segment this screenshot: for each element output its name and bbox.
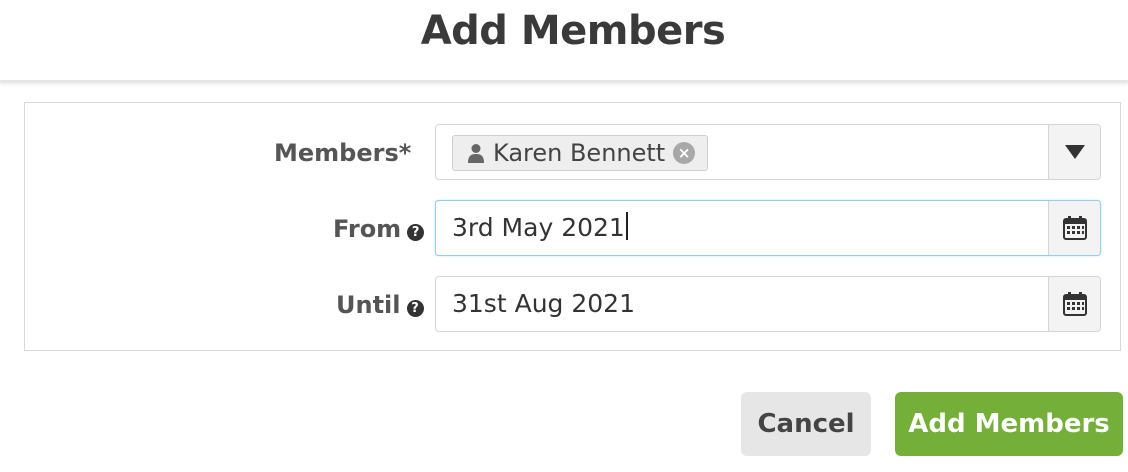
from-label-text: From [333,215,402,243]
from-date-value[interactable]: 3rd May 2021 [452,201,628,255]
until-label-text: Until [336,291,401,319]
until-date-input[interactable]: 31st Aug 2021 [435,276,1101,332]
from-label: From? [333,214,425,244]
from-date-text: 3rd May 2021 [452,213,625,242]
question-circle-icon[interactable]: ? [406,300,424,317]
members-label-text: Members* [274,139,412,167]
member-tag: Karen Bennett × [452,135,709,171]
dropdown-toggle[interactable] [1048,125,1100,179]
until-label: Until? [336,290,424,320]
cancel-button[interactable]: Cancel [741,392,871,456]
members-label: Members* [274,138,411,168]
modal-header: Add Members [0,0,1128,83]
members-select[interactable]: Karen Bennett × [435,124,1101,180]
until-date-value[interactable]: 31st Aug 2021 [452,277,635,331]
text-cursor [625,212,628,240]
caret-down-icon [1064,145,1085,159]
until-calendar-button[interactable] [1048,277,1100,331]
member-tag-name: Karen Bennett [493,139,666,167]
from-calendar-button[interactable] [1048,201,1100,255]
question-circle-icon[interactable]: ? [407,224,425,241]
calendar-icon [1062,292,1087,316]
from-date-input[interactable]: 3rd May 2021 [435,200,1101,256]
add-members-button[interactable]: Add Members [895,392,1123,456]
calendar-icon [1062,216,1087,240]
modal-title: Add Members [420,8,726,54]
remove-tag-icon[interactable]: × [673,142,696,164]
user-icon [468,144,484,163]
